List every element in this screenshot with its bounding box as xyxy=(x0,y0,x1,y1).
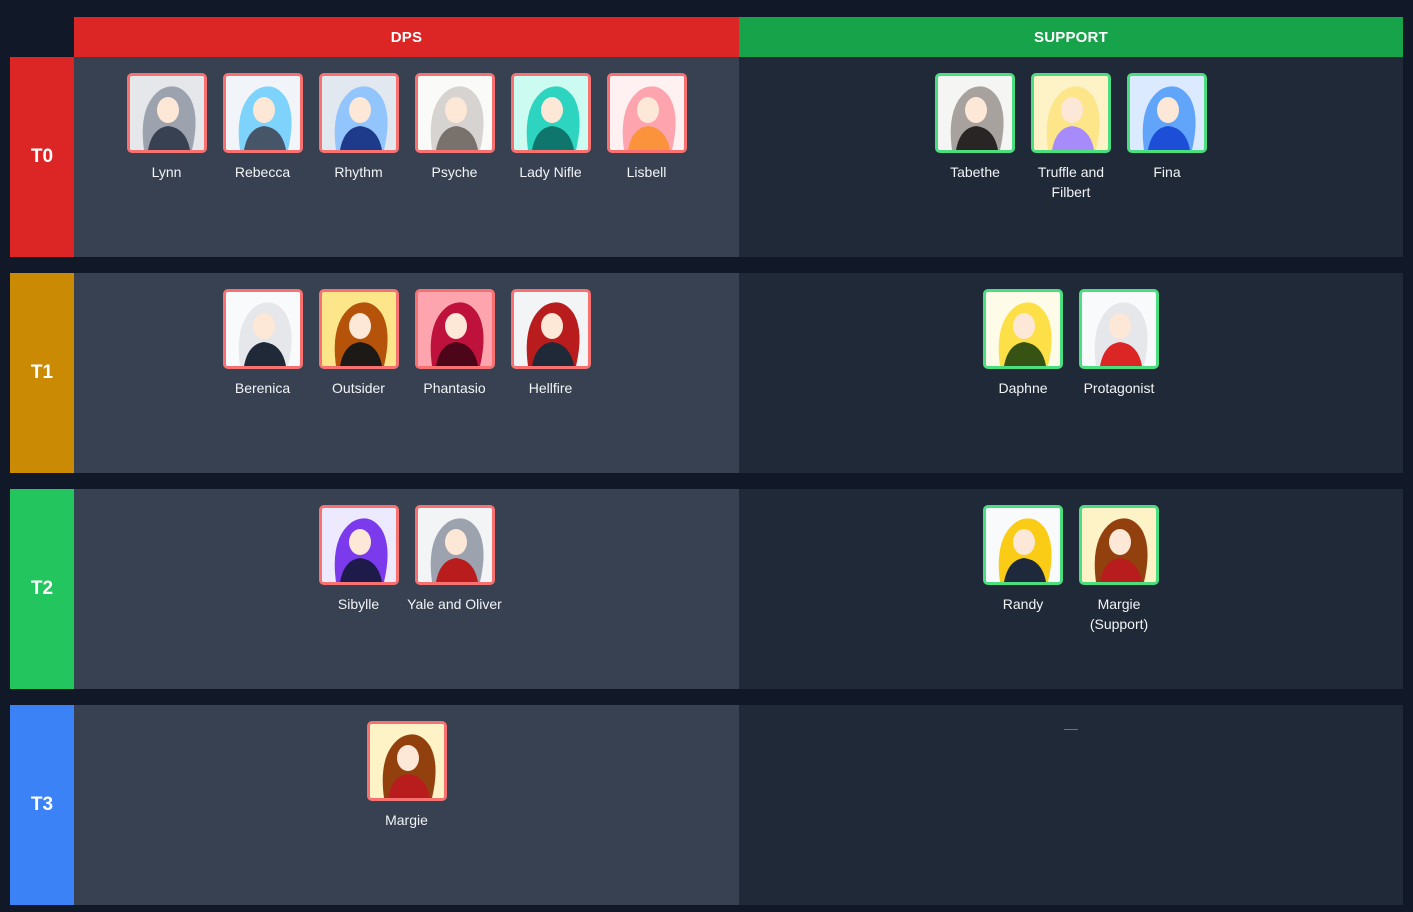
character-name: Berenica xyxy=(234,380,291,396)
character-name: Margie xyxy=(385,812,428,828)
character-card[interactable]: Lisbell xyxy=(606,73,687,182)
character-portrait[interactable] xyxy=(1031,73,1111,153)
tier-label: T1 xyxy=(10,273,74,473)
character-card[interactable]: Hellfire xyxy=(510,289,591,398)
character-card[interactable]: Phantasio xyxy=(414,289,495,398)
tier-support-cell: Tabethe Truffle and Filbert Fina xyxy=(739,57,1403,257)
character-card[interactable]: Rebecca xyxy=(222,73,303,182)
character-portrait[interactable] xyxy=(935,73,1015,153)
character-card[interactable]: Tabethe xyxy=(935,73,1015,182)
character-card[interactable]: Sibylle xyxy=(318,505,399,614)
character-name: Fina xyxy=(1153,164,1181,180)
character-portrait[interactable] xyxy=(983,505,1063,585)
character-portrait[interactable] xyxy=(222,73,303,153)
character-card[interactable]: Psyche xyxy=(414,73,495,182)
tier-support-cell xyxy=(739,705,1403,905)
column-header-dps-label: DPS xyxy=(390,28,423,46)
character-portrait[interactable] xyxy=(510,73,591,153)
tier-label: T0 xyxy=(10,57,74,257)
character-portrait[interactable] xyxy=(222,289,303,369)
character-name: Yale and Oliver xyxy=(407,596,502,612)
character-card[interactable]: Outsider xyxy=(318,289,399,398)
character-card[interactable]: Yale and Oliver xyxy=(407,505,502,614)
character-name: Sibylle xyxy=(337,596,380,612)
character-portrait[interactable] xyxy=(1079,289,1159,369)
tier-dps-cell: Berenica Outsider Phantasio Hellfire xyxy=(74,273,739,473)
tier-dps-cell: Margie xyxy=(74,705,739,905)
character-portrait[interactable] xyxy=(983,289,1063,369)
tier-row-t1: T1 Berenica Outsider Phantasio Hellfire Dap… xyxy=(10,273,1403,473)
character-name: Psyche xyxy=(431,164,478,180)
character-name: Rhythm xyxy=(334,164,383,180)
character-card[interactable]: Randy xyxy=(983,505,1063,614)
character-card[interactable]: Rhythm xyxy=(318,73,399,182)
column-header-support-label: SUPPORT xyxy=(1034,28,1108,46)
tier-list: DPS SUPPORT T0 Lynn Rebecca Rhythm Psyche La… xyxy=(0,0,1413,912)
character-name: Hellfire xyxy=(528,380,573,396)
character-name: Margie (Support) xyxy=(1089,596,1149,632)
character-name: Phantasio xyxy=(423,380,486,396)
character-name: Daphne xyxy=(998,380,1048,396)
character-card[interactable]: Berenica xyxy=(222,289,303,398)
character-portrait[interactable] xyxy=(606,73,687,153)
character-card[interactable]: Truffle and Filbert xyxy=(1031,73,1111,202)
character-portrait[interactable] xyxy=(1079,505,1159,585)
column-header-support: SUPPORT xyxy=(739,17,1403,57)
character-portrait[interactable] xyxy=(414,73,495,153)
tier-support-cell: Randy Margie (Support) xyxy=(739,489,1403,689)
character-name: Truffle and Filbert xyxy=(1037,164,1105,200)
tier-dps-cell: Sibylle Yale and Oliver xyxy=(74,489,739,689)
character-card[interactable]: Lynn xyxy=(126,73,207,182)
tier-row-t2: T2 Sibylle Yale and Oliver Randy Margie (S… xyxy=(10,489,1403,689)
character-card[interactable]: Margie xyxy=(366,721,447,830)
character-portrait[interactable] xyxy=(414,505,495,585)
character-card[interactable]: Lady Nifle xyxy=(510,73,591,182)
character-name: Randy xyxy=(1002,596,1044,612)
character-card[interactable]: Daphne xyxy=(983,289,1063,398)
column-header-dps: DPS xyxy=(74,17,739,57)
character-name: Outsider xyxy=(332,380,385,396)
character-name: Lady Nifle xyxy=(519,164,582,180)
character-name: Lisbell xyxy=(626,164,667,180)
character-portrait[interactable] xyxy=(1127,73,1207,153)
character-portrait[interactable] xyxy=(126,73,207,153)
character-name: Lynn xyxy=(151,164,182,180)
character-name: Rebecca xyxy=(234,164,291,180)
character-card[interactable]: Protagonist xyxy=(1079,289,1159,398)
tier-row-t0: T0 Lynn Rebecca Rhythm Psyche Lady Nifle Lisb… xyxy=(10,57,1403,257)
character-portrait[interactable] xyxy=(318,73,399,153)
tier-label: T3 xyxy=(10,705,74,905)
character-name: Protagonist xyxy=(1083,380,1155,396)
character-portrait[interactable] xyxy=(366,721,447,801)
tier-dps-cell: Lynn Rebecca Rhythm Psyche Lady Nifle Lisbell xyxy=(74,57,739,257)
character-portrait[interactable] xyxy=(510,289,591,369)
tier-support-cell: Daphne Protagonist xyxy=(739,273,1403,473)
tier-label: T2 xyxy=(10,489,74,689)
character-card[interactable]: Margie (Support) xyxy=(1079,505,1159,634)
empty-placeholder xyxy=(1064,729,1078,730)
character-portrait[interactable] xyxy=(318,505,399,585)
character-portrait[interactable] xyxy=(318,289,399,369)
character-card[interactable]: Fina xyxy=(1127,73,1207,182)
character-portrait[interactable] xyxy=(414,289,495,369)
character-name: Tabethe xyxy=(950,164,1000,180)
tier-row-t3: T3 Margie xyxy=(10,705,1403,905)
